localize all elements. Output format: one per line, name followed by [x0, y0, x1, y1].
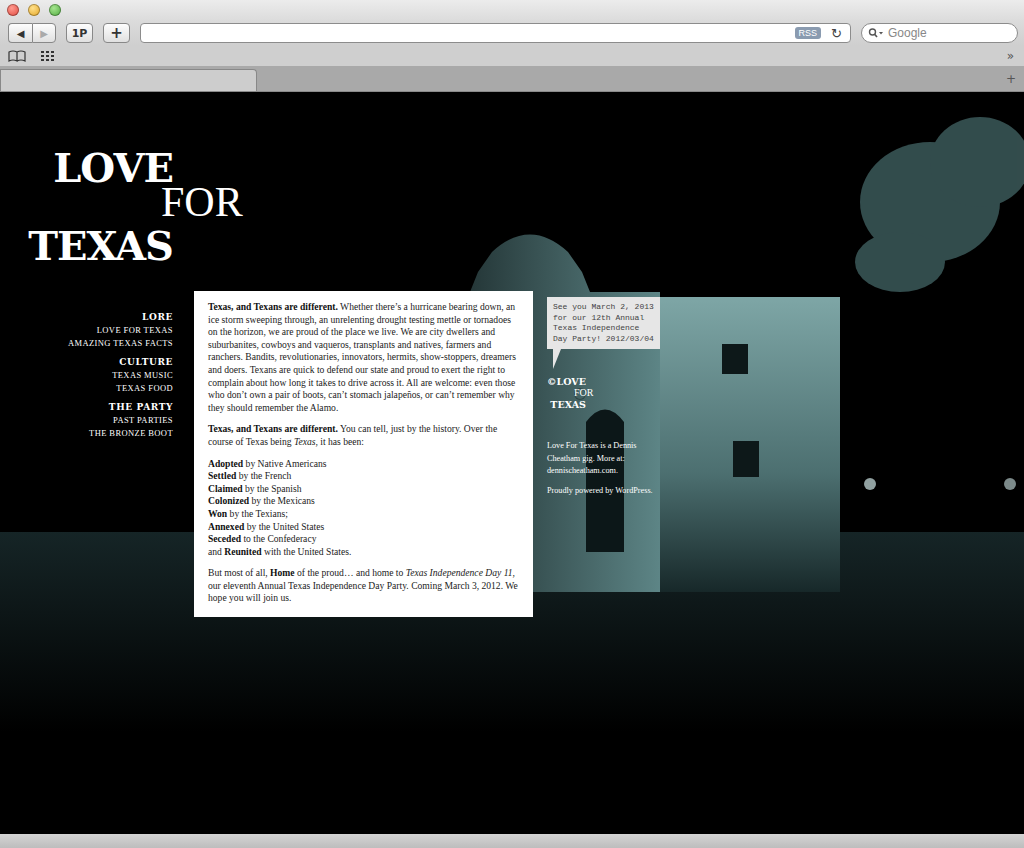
- back-button[interactable]: ◀: [8, 23, 32, 43]
- article-card: Texas, and Texans are different. Whether…: [194, 291, 533, 617]
- history-item: Colonized by the Mexicans: [208, 495, 519, 508]
- history-buttons: ◀▶: [8, 23, 56, 43]
- site-logo[interactable]: LOVEFORTEXAS: [0, 150, 173, 263]
- tab-bar: +: [0, 66, 1024, 92]
- toolbar: ◀▶ 1P + RSS ↻ Google: [0, 20, 1024, 46]
- close-button[interactable]: [7, 4, 19, 16]
- add-bookmark-button[interactable]: +: [103, 23, 130, 43]
- browser-window: ◀▶ 1P + RSS ↻ Google » + LOVEFORTEXAS LORELOVE FO…: [0, 0, 1024, 848]
- article-paragraph: Texas, and Texans are different. Whether…: [208, 301, 519, 414]
- article-paragraph: Texas, and Texans are different. You can…: [208, 423, 519, 448]
- sidebar: LOVEFORTEXAS LORELOVE FOR TEXASAMAZING TE…: [0, 150, 173, 446]
- reading-list-book-icon[interactable]: [8, 50, 26, 62]
- bookmarks-bar: »: [0, 46, 1024, 66]
- footer-text: Love For Texas is a Dennis Cheatham gig.…: [547, 440, 665, 478]
- site-nav: LORELOVE FOR TEXASAMAZING TEXAS FACTS CUL…: [0, 311, 173, 440]
- new-tab-button[interactable]: +: [1006, 72, 1018, 86]
- nav-item[interactable]: TEXAS MUSIC: [0, 369, 173, 382]
- history-item: Claimed by the Spanish: [208, 483, 519, 496]
- nav-heading[interactable]: LORE: [0, 311, 173, 324]
- nav-item[interactable]: AMAZING TEXAS FACTS: [0, 337, 173, 350]
- title-bar: [0, 0, 1024, 20]
- bottom-bar: [0, 834, 1024, 848]
- history-item: Won by the Texians;: [208, 508, 519, 521]
- rss-badge[interactable]: RSS: [795, 27, 822, 39]
- nav-group: LORELOVE FOR TEXASAMAZING TEXAS FACTS: [0, 311, 173, 350]
- nav-heading[interactable]: THE PARTY: [0, 401, 173, 414]
- minimize-button[interactable]: [28, 4, 40, 16]
- small-logo[interactable]: ©LOVEFORTEXAS: [547, 377, 586, 409]
- nav-item[interactable]: TEXAS FOOD: [0, 382, 173, 395]
- reload-button[interactable]: ↻: [831, 26, 842, 41]
- onepassword-button[interactable]: 1P: [66, 23, 93, 43]
- nav-group: THE PARTYPAST PARTIESTHE BRONZE BOOT: [0, 401, 173, 440]
- history-item: Annexed by the United States: [208, 521, 519, 534]
- article-paragraph: But most of all, Home of the proud… and …: [208, 567, 519, 605]
- nav-item[interactable]: THE BRONZE BOOT: [0, 427, 173, 440]
- right-sidebar: See you March 2, 2013 for our 12th Annua…: [547, 297, 665, 504]
- zoom-button[interactable]: [49, 4, 61, 16]
- tweet-bubble: See you March 2, 2013 for our 12th Annua…: [547, 297, 660, 349]
- top-sites-grid-icon[interactable]: [40, 50, 56, 62]
- search-field[interactable]: Google: [861, 23, 1018, 43]
- history-item: Settled by the French: [208, 470, 519, 483]
- footer-text: Proudly powered by WordPress.: [547, 485, 665, 498]
- nav-item[interactable]: LOVE FOR TEXAS: [0, 324, 173, 337]
- magnifier-icon: [868, 28, 884, 38]
- nav-group: CULTURETEXAS MUSICTEXAS FOOD: [0, 356, 173, 395]
- history-list: Adopted by Native AmericansSettled by th…: [208, 458, 519, 559]
- nav-item[interactable]: PAST PARTIES: [0, 414, 173, 427]
- bubble-tail: [553, 349, 561, 369]
- forward-button[interactable]: ▶: [32, 23, 56, 43]
- history-item: and Reunited with the United States.: [208, 546, 519, 559]
- history-item: Seceded to the Confederacy: [208, 533, 519, 546]
- search-placeholder: Google: [888, 26, 927, 40]
- tab[interactable]: [0, 69, 257, 91]
- history-item: Adopted by Native Americans: [208, 458, 519, 471]
- web-page: LOVEFORTEXAS LORELOVE FOR TEXASAMAZING TE…: [0, 92, 1024, 834]
- nav-heading[interactable]: CULTURE: [0, 356, 173, 369]
- bookmarks-overflow[interactable]: »: [1007, 49, 1016, 63]
- address-bar[interactable]: RSS ↻: [140, 23, 851, 43]
